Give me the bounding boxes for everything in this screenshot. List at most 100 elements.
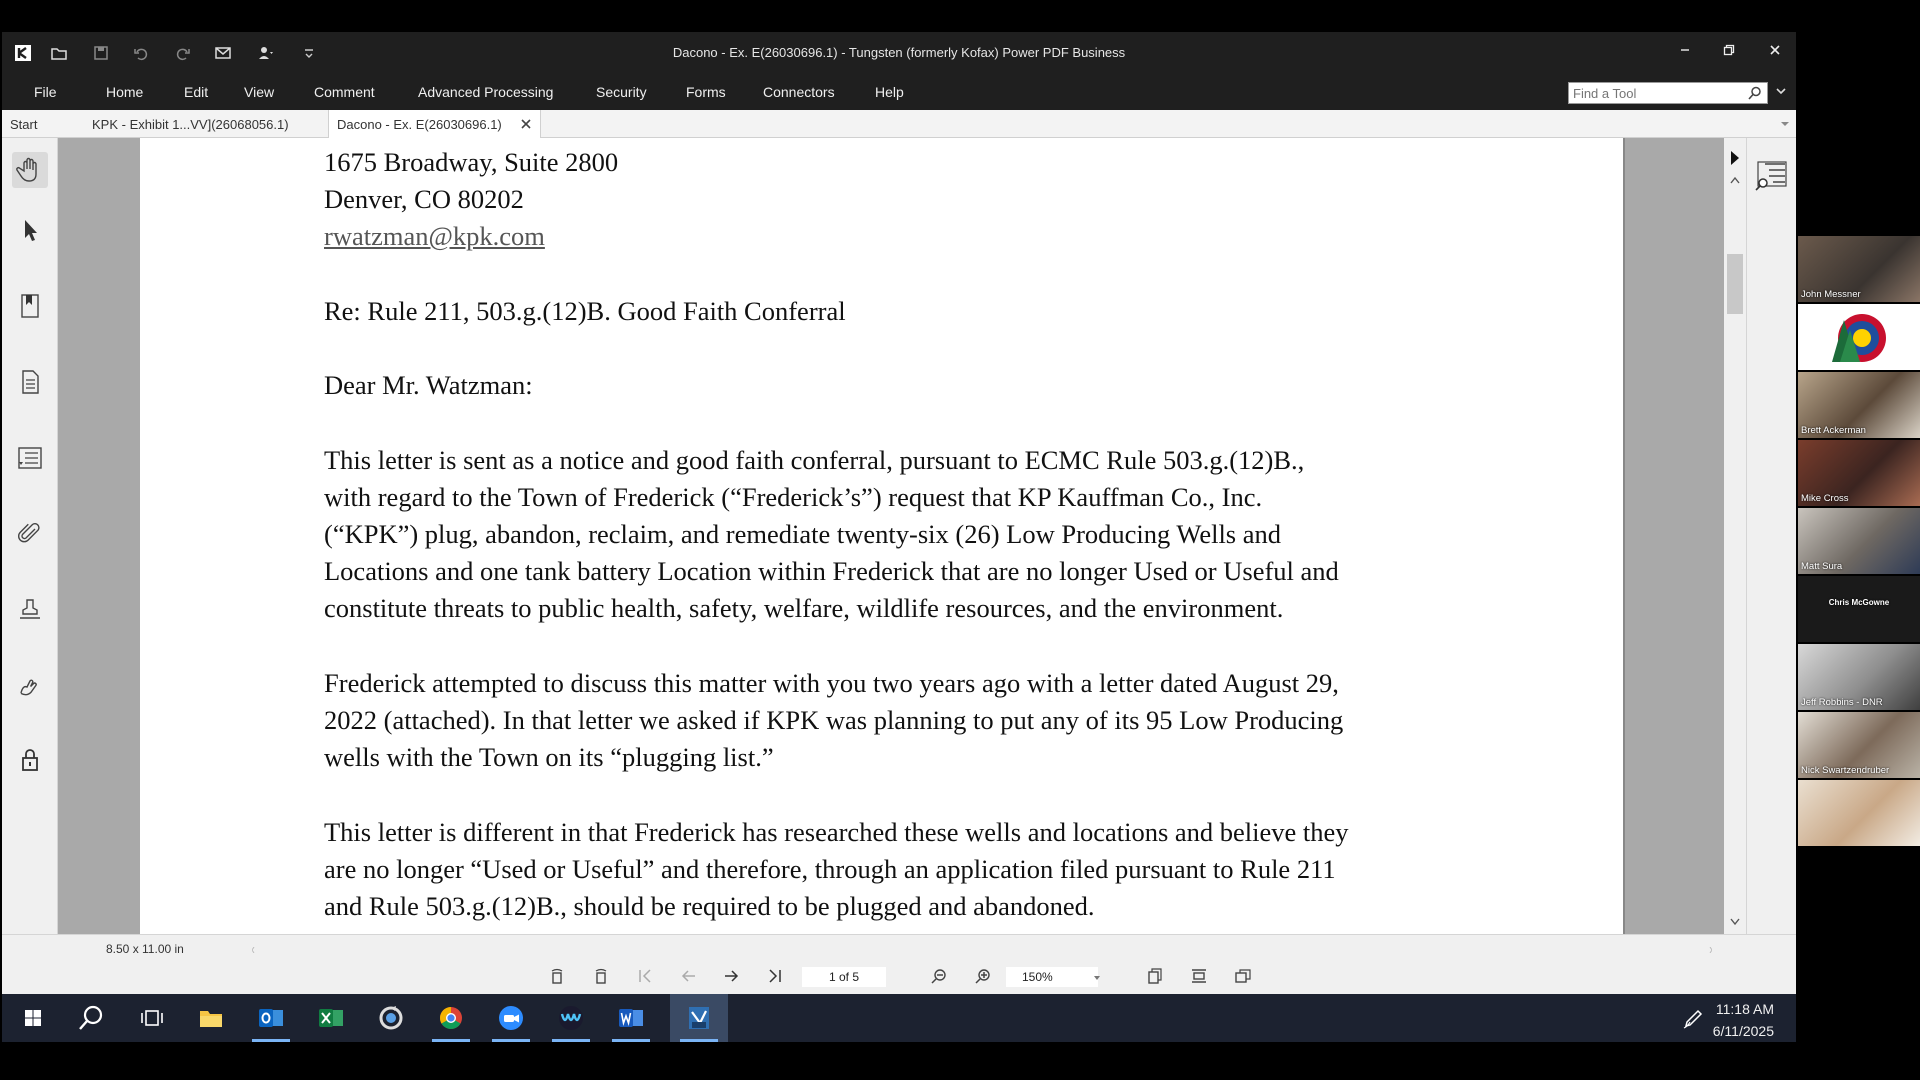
- collapse-panel-arrow-icon[interactable]: [1730, 150, 1740, 166]
- app-logo-icon[interactable]: [10, 41, 36, 65]
- tab-dacono-exhibit[interactable]: Dacono - Ex. E(26030696.1): [328, 110, 541, 138]
- close-window-button[interactable]: [1758, 38, 1792, 62]
- hand-tool-button[interactable]: [12, 152, 48, 188]
- webex-button[interactable]: [542, 994, 600, 1042]
- system-clock[interactable]: 11:18 AM 6/11/2025: [1713, 998, 1774, 1042]
- page-text: 1675 Broadway, Suite 2800 Denver, CO 802…: [324, 138, 1504, 925]
- pen-workspace-icon[interactable]: [1682, 1006, 1706, 1030]
- folder-icon: [200, 1011, 222, 1027]
- zoom-in-button[interactable]: [972, 965, 994, 987]
- participant-tile[interactable]: [1798, 780, 1920, 846]
- search-icon[interactable]: [1747, 85, 1763, 101]
- zoom-out-icon: [931, 969, 946, 984]
- menu-view[interactable]: View: [244, 84, 274, 100]
- redo-icon[interactable]: [170, 41, 196, 65]
- taskbar-search-button[interactable]: [62, 994, 120, 1042]
- menu-comment[interactable]: Comment: [314, 84, 375, 100]
- power-pdf-button[interactable]: [670, 994, 728, 1042]
- rotate-right-button[interactable]: [590, 965, 612, 987]
- tab-list-dropdown-icon[interactable]: [1780, 119, 1790, 129]
- customize-toolbar-icon[interactable]: [296, 41, 322, 65]
- participant-tile[interactable]: Brett Ackerman: [1798, 372, 1920, 438]
- last-page-button[interactable]: [764, 965, 786, 987]
- paragraph-line: This letter is sent as a notice and good…: [324, 444, 1305, 475]
- refresh-app-button[interactable]: [362, 994, 420, 1042]
- running-indicator: [680, 1039, 718, 1042]
- document-viewport[interactable]: 1675 Broadway, Suite 2800 Denver, CO 802…: [58, 138, 1724, 934]
- participant-tile[interactable]: Jeff Robbins - DNR: [1798, 644, 1920, 710]
- zoom-dropdown-icon[interactable]: [1092, 973, 1102, 983]
- minimize-button[interactable]: [1668, 38, 1702, 62]
- excel-button[interactable]: [302, 994, 360, 1042]
- pages-panel-button[interactable]: [12, 364, 48, 400]
- single-page-view-button[interactable]: [1144, 965, 1166, 987]
- menu-connectors[interactable]: Connectors: [763, 84, 835, 100]
- next-page-button[interactable]: [720, 965, 742, 987]
- pointer-icon: [25, 220, 37, 241]
- close-tab-icon[interactable]: [520, 118, 532, 130]
- participant-tile[interactable]: Nick Swartzendruber: [1798, 712, 1920, 778]
- scroll-down-icon[interactable]: [1730, 918, 1740, 926]
- vertical-scrollbar[interactable]: [1724, 138, 1746, 934]
- continuous-pages-icon: [1192, 969, 1206, 983]
- previous-page-button[interactable]: [678, 965, 700, 987]
- menu-help[interactable]: Help: [875, 84, 904, 100]
- find-tool-box: [1568, 82, 1768, 104]
- bookmarks-panel-button[interactable]: [12, 288, 48, 324]
- menu-security[interactable]: Security: [596, 84, 647, 100]
- task-view-button[interactable]: [122, 994, 180, 1042]
- participant-tile[interactable]: Chris McGowne: [1798, 576, 1920, 642]
- participant-tile[interactable]: [1798, 304, 1920, 370]
- email-link[interactable]: rwatzman@kpk.com: [324, 221, 545, 251]
- email-icon[interactable]: [210, 41, 236, 65]
- continuous-view-button[interactable]: [1188, 965, 1210, 987]
- outlook-icon: [259, 1009, 283, 1027]
- find-tool-input[interactable]: [1569, 83, 1739, 103]
- paperclip-icon: [18, 523, 40, 543]
- first-page-button[interactable]: [634, 965, 656, 987]
- chevron-down-icon[interactable]: [1774, 84, 1788, 98]
- horizontal-scrollbar[interactable]: [252, 947, 1712, 953]
- menu-home[interactable]: Home: [106, 84, 143, 100]
- zoom-out-button[interactable]: [928, 965, 950, 987]
- signatures-panel-button[interactable]: [12, 668, 48, 704]
- menu-advanced-processing[interactable]: Advanced Processing: [418, 84, 553, 100]
- word-button[interactable]: [602, 994, 660, 1042]
- zoom-level-field[interactable]: 150%: [1006, 967, 1098, 987]
- security-panel-button[interactable]: [12, 742, 48, 778]
- menu-edit[interactable]: Edit: [184, 84, 208, 100]
- city-line: Denver, CO 80202: [324, 184, 524, 215]
- chrome-icon: [440, 1007, 462, 1029]
- rotate-left-button[interactable]: [546, 965, 568, 987]
- participant-tile[interactable]: Matt Sura: [1798, 508, 1920, 574]
- file-explorer-button[interactable]: [182, 994, 240, 1042]
- paragraph-line: Frederick attempted to discuss this matt…: [324, 667, 1339, 698]
- page-number-field[interactable]: 1 of 5: [802, 967, 886, 987]
- circular-arrow-app-icon: [379, 1006, 403, 1030]
- outlook-button[interactable]: [242, 994, 300, 1042]
- comments-panel-button[interactable]: [12, 440, 48, 476]
- chrome-button[interactable]: [422, 994, 480, 1042]
- scroll-up-icon[interactable]: [1730, 176, 1740, 184]
- save-icon[interactable]: [88, 41, 114, 65]
- restore-button[interactable]: [1712, 38, 1746, 62]
- zoom-app-button[interactable]: [482, 994, 540, 1042]
- select-tool-button[interactable]: [12, 212, 48, 248]
- open-folder-icon[interactable]: [46, 41, 72, 65]
- pdf-page[interactable]: 1675 Broadway, Suite 2800 Denver, CO 802…: [140, 138, 1625, 934]
- windows-logo-icon: [25, 1010, 41, 1026]
- find-text-panel-icon[interactable]: [1755, 160, 1789, 192]
- split-view-button[interactable]: [1232, 965, 1254, 987]
- participant-tile[interactable]: Mike Cross: [1798, 440, 1920, 506]
- scroll-thumb[interactable]: [1727, 254, 1743, 314]
- start-button[interactable]: [4, 994, 62, 1042]
- undo-icon[interactable]: [128, 41, 154, 65]
- menu-forms[interactable]: Forms: [686, 84, 726, 100]
- sign-stamp-icon[interactable]: [252, 41, 278, 65]
- participant-tile[interactable]: John Messner: [1798, 236, 1920, 302]
- attachments-panel-button[interactable]: [12, 516, 48, 552]
- tab-start[interactable]: Start: [2, 110, 45, 138]
- tab-kpk-exhibit[interactable]: KPK - Exhibit 1...VV](26068056.1): [84, 110, 297, 138]
- menu-file[interactable]: File: [34, 84, 57, 100]
- stamps-panel-button[interactable]: [12, 592, 48, 628]
